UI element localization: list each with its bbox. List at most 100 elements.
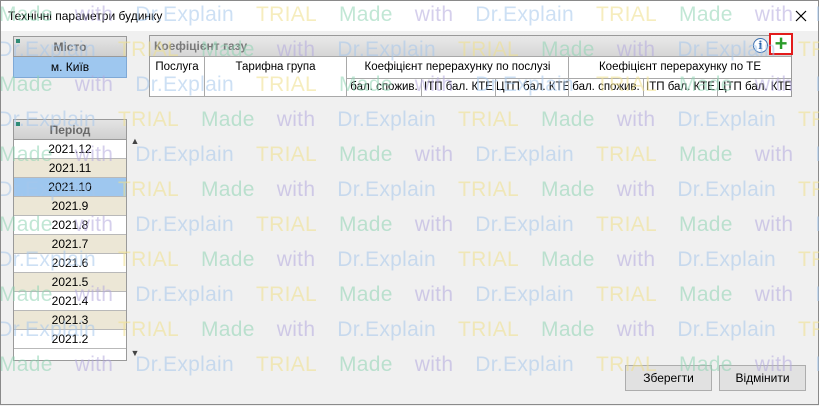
period-item[interactable]: 2021.12 xyxy=(14,140,126,159)
watermark-text: with xyxy=(276,318,316,341)
column-group-te: Коефіцієнт перерахунку по ТЕ xyxy=(569,57,791,79)
period-item[interactable]: 2021.10 xyxy=(14,178,126,197)
watermark-text: Made xyxy=(541,108,595,131)
watermark-text: Dr.Explain xyxy=(677,178,777,201)
city-header: Місто xyxy=(13,36,127,57)
watermark-text: with xyxy=(414,213,454,236)
gas-coefficient-table: Коефіцієнт газу i + Послуга Тарифна груп… xyxy=(149,33,793,97)
watermark-text: Dr.Explain xyxy=(815,143,819,167)
period-header-label: Період xyxy=(49,123,91,137)
watermark-text: with xyxy=(616,248,656,271)
watermark-text: Made xyxy=(541,318,595,341)
subcolumn-service-consumer: бал. спожив. xyxy=(347,79,422,97)
subcolumn-te-ctp: ЦТП бал. КТЕ xyxy=(718,79,791,97)
city-panel: Місто м. Київ xyxy=(13,36,127,78)
watermark-text: with xyxy=(276,248,316,271)
watermark-text: with xyxy=(414,353,454,376)
watermark-text: Dr.Explain xyxy=(337,108,437,131)
watermark-text: Dr.Explain xyxy=(815,283,819,307)
dialog-window: Технічні параметри будинку Місто м. Київ… xyxy=(0,0,819,405)
watermark-text: TRIAL xyxy=(256,353,318,376)
gas-title: Коефіцієнт газу xyxy=(154,39,248,53)
watermark-text: Made xyxy=(201,248,255,271)
watermark-text: Dr.Explain xyxy=(135,353,234,376)
watermark-text: with xyxy=(276,108,316,131)
watermark-text: TRIAL xyxy=(596,283,658,306)
watermark-text: with xyxy=(414,283,454,306)
column-group-service: Коефіцієнт перерахунку по послузі xyxy=(347,57,569,79)
period-item[interactable]: 2021.7 xyxy=(14,235,126,254)
subcolumn-service-itp: ІТП бал. КТЕ xyxy=(422,79,496,97)
watermark-text: Dr.Explain xyxy=(135,143,234,166)
watermark-text: Dr.Explain xyxy=(815,213,819,237)
column-service: Послуга xyxy=(150,57,205,97)
period-item[interactable]: 2021.2 xyxy=(14,330,126,349)
scroll-up-icon[interactable]: ▲ xyxy=(128,134,142,148)
period-scrollbar[interactable]: ▲ ▼ xyxy=(128,134,142,360)
watermark-text: TRIAL xyxy=(798,38,819,61)
period-header: Період xyxy=(13,119,127,140)
scroll-down-icon[interactable]: ▼ xyxy=(128,346,142,360)
watermark-text: Dr.Explain xyxy=(475,283,575,306)
watermark-text: Dr.Explain xyxy=(337,248,437,271)
watermark-text: Made xyxy=(339,213,393,236)
period-item[interactable]: 2021.8 xyxy=(14,216,126,235)
city-header-label: Місто xyxy=(53,40,87,54)
watermark-text: Made xyxy=(201,108,255,131)
period-item[interactable]: 2021.6 xyxy=(14,254,126,273)
watermark-text: TRIAL xyxy=(596,213,658,236)
watermark-text: Dr.Explain xyxy=(475,353,575,376)
close-button[interactable] xyxy=(790,5,812,27)
watermark-text: TRIAL xyxy=(798,318,819,341)
column-tariff-group: Тарифна група xyxy=(205,57,347,97)
save-button[interactable]: Зберегти xyxy=(625,365,712,391)
period-list: 2021.12 2021.11 2021.10 2021.9 2021.8 2021.7 2… xyxy=(14,140,126,349)
subcolumn-te-itp: ІТП бал. КТЕ xyxy=(644,79,718,97)
watermark-text: Dr.Explain xyxy=(135,213,234,236)
cancel-button[interactable]: Відмінити xyxy=(719,365,806,391)
watermark-text: Made xyxy=(339,353,393,376)
watermark-text: Made xyxy=(541,178,595,201)
watermark-text: TRIAL xyxy=(118,108,180,131)
info-icon[interactable]: i xyxy=(753,38,768,53)
watermark-text: Made xyxy=(679,213,733,236)
watermark-text: TRIAL xyxy=(798,178,819,201)
watermark-text: with xyxy=(616,108,656,131)
watermark-text: with xyxy=(754,143,794,166)
watermark-text: TRIAL xyxy=(256,213,318,236)
watermark-text: Made xyxy=(339,143,393,166)
watermark-text: Dr.Explain xyxy=(815,73,819,97)
window-title: Технічні параметри будинку xyxy=(8,9,163,23)
watermark-text: with xyxy=(276,178,316,201)
watermark-text: Dr.Explain xyxy=(337,178,437,201)
watermark-text: Dr.Explain xyxy=(475,143,575,166)
watermark-text: with xyxy=(754,213,794,236)
period-item[interactable]: 2021.5 xyxy=(14,273,126,292)
city-value[interactable]: м. Київ xyxy=(13,57,127,78)
add-record-button[interactable]: + xyxy=(769,33,793,55)
watermark-text: with xyxy=(414,143,454,166)
watermark-text: with xyxy=(754,283,794,306)
watermark-text: TRIAL xyxy=(458,178,520,201)
watermark-text: TRIAL xyxy=(256,283,318,306)
period-panel: Період 2021.12 2021.11 2021.10 2021.9 2021.8… xyxy=(13,119,127,361)
watermark-text: Made xyxy=(679,143,733,166)
close-icon xyxy=(795,10,807,22)
watermark-text: TRIAL xyxy=(256,143,318,166)
watermark-text: Dr.Explain xyxy=(677,248,777,271)
period-item[interactable]: 2021.3 xyxy=(14,311,126,330)
watermark-text: Dr.Explain xyxy=(677,108,777,131)
watermark-text: TRIAL xyxy=(458,248,520,271)
plus-icon: + xyxy=(774,31,788,56)
period-item[interactable]: 2021.11 xyxy=(14,159,126,178)
period-item[interactable]: 2021.9 xyxy=(14,197,126,216)
watermark-text: with xyxy=(616,318,656,341)
watermark-text: Made xyxy=(541,248,595,271)
watermark-text: Made xyxy=(201,178,255,201)
period-item[interactable]: 2021.4 xyxy=(14,292,126,311)
title-bar: Технічні параметри будинку xyxy=(1,1,818,31)
watermark-text: TRIAL xyxy=(798,108,819,131)
subcolumn-service-ctp: ЦТП бал. КТЕ xyxy=(496,79,569,97)
corner-marker-icon xyxy=(16,39,20,43)
subcolumn-te-consumer: бал. спожив. xyxy=(569,79,644,97)
